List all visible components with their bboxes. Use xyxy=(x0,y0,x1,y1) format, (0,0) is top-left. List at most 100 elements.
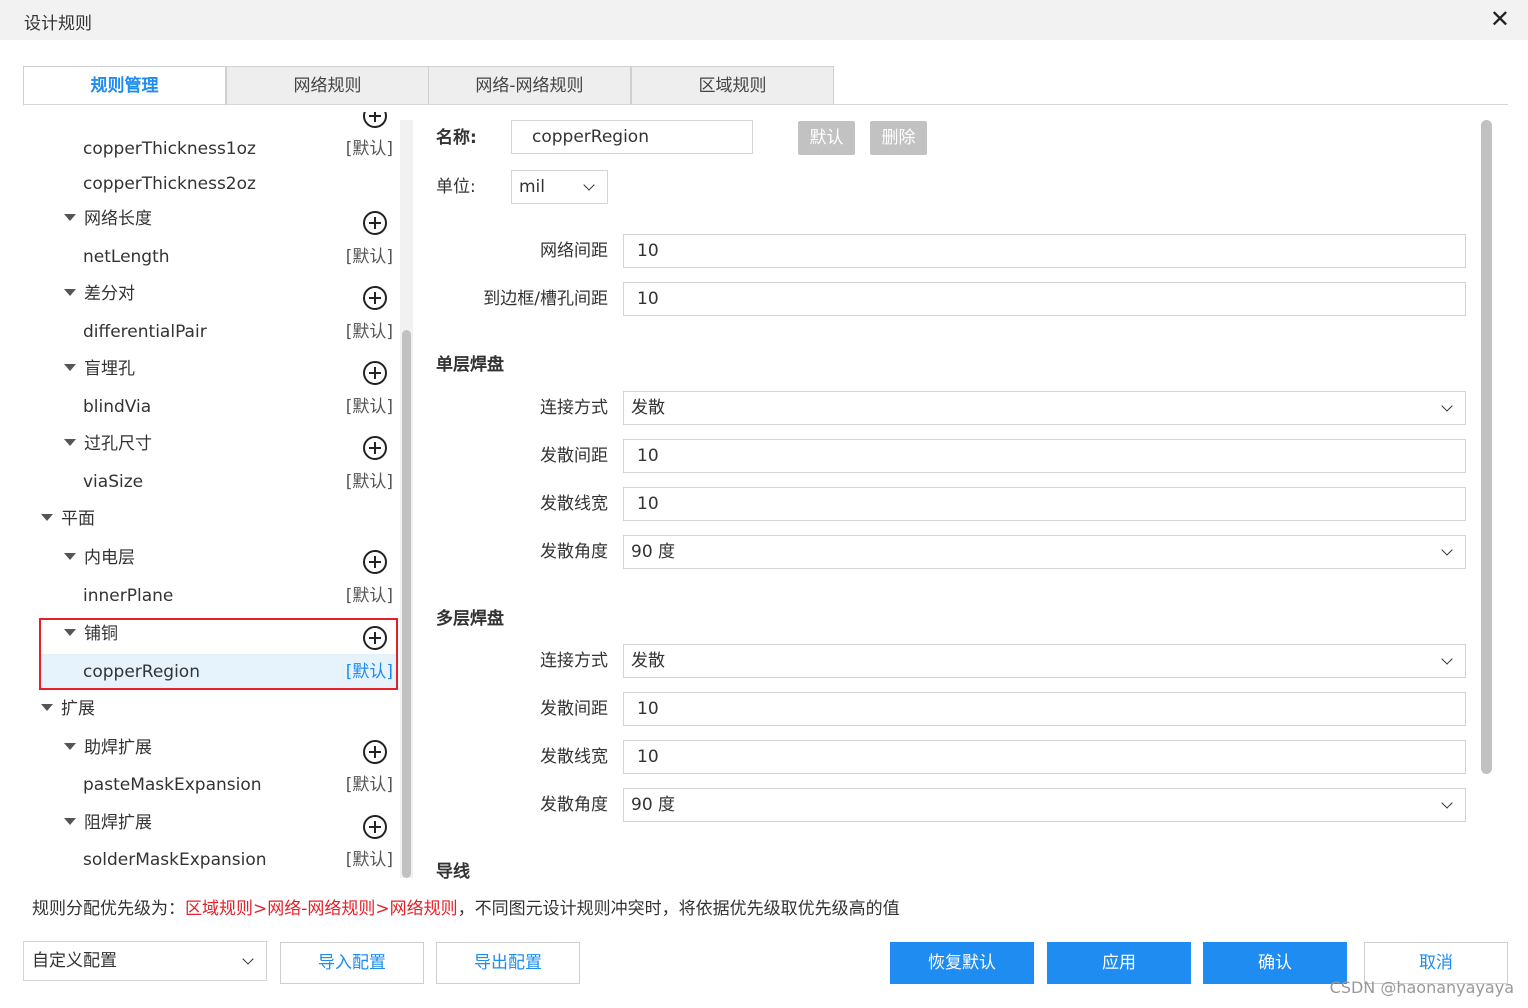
chevron-down-icon xyxy=(1441,544,1453,556)
watermark: CSDN @haonanyayaya xyxy=(1329,978,1514,997)
export-config-button[interactable]: 导出配置 xyxy=(436,942,580,984)
dialog-title: 设计规则 xyxy=(24,14,92,34)
multi-spoke-angle-select[interactable]: 90 度 xyxy=(623,788,1466,822)
tree-item-copperthickness2oz[interactable]: copperThickness2oz xyxy=(41,166,397,202)
tree-group-via-size[interactable]: 过孔尺寸 xyxy=(64,426,152,462)
multi-layer-section-title: 多层焊盘 xyxy=(436,609,504,629)
tab-rule-management[interactable]: 规则管理 xyxy=(23,66,226,106)
caret-down-icon[interactable] xyxy=(64,213,76,221)
tree-group-inner-plane[interactable]: 内电层 xyxy=(64,540,135,576)
default-tag: [默认] xyxy=(345,247,393,267)
default-tag: [默认] xyxy=(345,139,393,159)
add-rule-icon[interactable] xyxy=(363,436,387,460)
unit-select[interactable]: mil xyxy=(511,170,608,204)
tree-scrollbar[interactable] xyxy=(400,120,413,878)
chevron-down-icon xyxy=(242,953,254,965)
highlight-box xyxy=(39,618,398,690)
default-tag: [默认] xyxy=(345,472,393,492)
multi-spoke-gap-label: 发散间距 xyxy=(540,699,608,719)
tree-category-expansion[interactable]: 扩展 xyxy=(41,691,95,727)
add-rule-icon[interactable] xyxy=(363,361,387,385)
multi-spoke-width-input[interactable]: 10 xyxy=(623,740,1466,774)
rule-tree: copperThickness1oz [默认] copperThickness2… xyxy=(24,112,404,880)
chevron-down-icon xyxy=(1441,653,1453,665)
caret-down-icon[interactable] xyxy=(64,363,76,371)
tree-item-viasize[interactable]: viaSize [默认] xyxy=(41,464,397,500)
tree-category-plane[interactable]: 平面 xyxy=(41,501,95,537)
caret-down-icon[interactable] xyxy=(41,513,53,521)
single-spoke-angle-select[interactable]: 90 度 xyxy=(623,535,1466,569)
tab-net-rules[interactable]: 网络规则 xyxy=(226,66,429,105)
add-rule-icon[interactable] xyxy=(363,112,387,128)
tree-item-differentialpair[interactable]: differentialPair [默认] xyxy=(41,314,397,350)
caret-down-icon[interactable] xyxy=(64,742,76,750)
name-input[interactable]: copperRegion xyxy=(511,120,753,154)
caret-down-icon[interactable] xyxy=(64,438,76,446)
single-spoke-width-input[interactable]: 10 xyxy=(623,487,1466,521)
tree-group-blind-via[interactable]: 盲埋孔 xyxy=(64,351,135,387)
multi-connect-select[interactable]: 发散 xyxy=(623,644,1466,678)
single-spoke-angle-label: 发散角度 xyxy=(540,542,608,562)
config-select[interactable]: 自定义配置 xyxy=(23,941,267,981)
add-rule-icon[interactable] xyxy=(363,550,387,574)
add-rule-icon[interactable] xyxy=(363,815,387,839)
rule-form: 名称: copperRegion 默认 删除 单位: mil 网络间距 10 到… xyxy=(416,112,1496,880)
tab-region-rules[interactable]: 区域规则 xyxy=(631,66,834,105)
tree-item-blindvia[interactable]: blindVia [默认] xyxy=(41,389,397,425)
add-rule-icon[interactable] xyxy=(363,740,387,764)
wire-section-title: 导线 xyxy=(436,862,470,880)
import-config-button[interactable]: 导入配置 xyxy=(280,942,424,984)
chevron-down-icon xyxy=(1441,797,1453,809)
tab-net-net-rules[interactable]: 网络-网络规则 xyxy=(428,66,631,105)
default-tag: [默认] xyxy=(345,775,393,795)
multi-spoke-width-label: 发散线宽 xyxy=(540,747,608,767)
add-rule-icon[interactable] xyxy=(363,286,387,310)
tree-group-diff-pair[interactable]: 差分对 xyxy=(64,276,135,312)
name-label: 名称: xyxy=(436,128,477,148)
apply-button[interactable]: 应用 xyxy=(1047,942,1191,984)
single-connect-label: 连接方式 xyxy=(540,398,608,418)
confirm-button[interactable]: 确认 xyxy=(1203,942,1347,984)
tree-item-netlength[interactable]: netLength [默认] xyxy=(41,239,397,275)
default-tag: [默认] xyxy=(345,397,393,417)
form-scrollbar-thumb[interactable] xyxy=(1481,120,1492,774)
delete-button[interactable]: 删除 xyxy=(870,121,927,155)
tree-scrollbar-thumb[interactable] xyxy=(402,330,411,878)
multi-spoke-angle-label: 发散角度 xyxy=(540,795,608,815)
tree-item-soldermaskexpansion[interactable]: solderMaskExpansion [默认] xyxy=(41,842,397,878)
board-spacing-input[interactable]: 10 xyxy=(623,282,1466,316)
close-icon[interactable]: ✕ xyxy=(1490,5,1510,33)
default-button[interactable]: 默认 xyxy=(798,121,855,155)
single-layer-section-title: 单层焊盘 xyxy=(436,355,504,375)
unit-label: 单位: xyxy=(436,177,476,197)
tab-divider xyxy=(23,104,1508,105)
single-spoke-gap-input[interactable]: 10 xyxy=(623,439,1466,473)
tree-group-solder-mask[interactable]: 阻焊扩展 xyxy=(64,805,152,841)
multi-spoke-gap-input[interactable]: 10 xyxy=(623,692,1466,726)
default-tag: [默认] xyxy=(345,586,393,606)
dialog-titlebar: 设计规则 ✕ xyxy=(0,0,1528,40)
chevron-down-icon xyxy=(583,179,595,191)
single-spoke-width-label: 发散线宽 xyxy=(540,494,608,514)
tree-group-paste-mask[interactable]: 助焊扩展 xyxy=(64,730,152,766)
priority-note: 规则分配优先级为：区域规则>网络-网络规则>网络规则，不同图元设计规则冲突时，将… xyxy=(32,899,900,919)
restore-default-button[interactable]: 恢复默认 xyxy=(890,942,1034,984)
caret-down-icon[interactable] xyxy=(41,703,53,711)
multi-connect-label: 连接方式 xyxy=(540,651,608,671)
tree-item-copperthickness1oz[interactable]: copperThickness1oz [默认] xyxy=(41,131,397,167)
single-connect-select[interactable]: 发散 xyxy=(623,391,1466,425)
form-scrollbar[interactable] xyxy=(1480,120,1493,878)
single-spoke-gap-label: 发散间距 xyxy=(540,446,608,466)
priority-order: 区域规则>网络-网络规则>网络规则 xyxy=(185,899,458,919)
tree-group-net-length[interactable]: 网络长度 xyxy=(64,201,152,237)
add-rule-icon[interactable] xyxy=(363,211,387,235)
default-tag: [默认] xyxy=(345,322,393,342)
caret-down-icon[interactable] xyxy=(64,288,76,296)
board-spacing-label: 到边框/槽孔间距 xyxy=(483,289,608,309)
net-spacing-label: 网络间距 xyxy=(540,241,608,261)
tree-item-pastemaskexpansion[interactable]: pasteMaskExpansion [默认] xyxy=(41,767,397,803)
caret-down-icon[interactable] xyxy=(64,817,76,825)
net-spacing-input[interactable]: 10 xyxy=(623,234,1466,268)
caret-down-icon[interactable] xyxy=(64,552,76,560)
tree-item-innerplane[interactable]: innerPlane [默认] xyxy=(41,578,397,614)
